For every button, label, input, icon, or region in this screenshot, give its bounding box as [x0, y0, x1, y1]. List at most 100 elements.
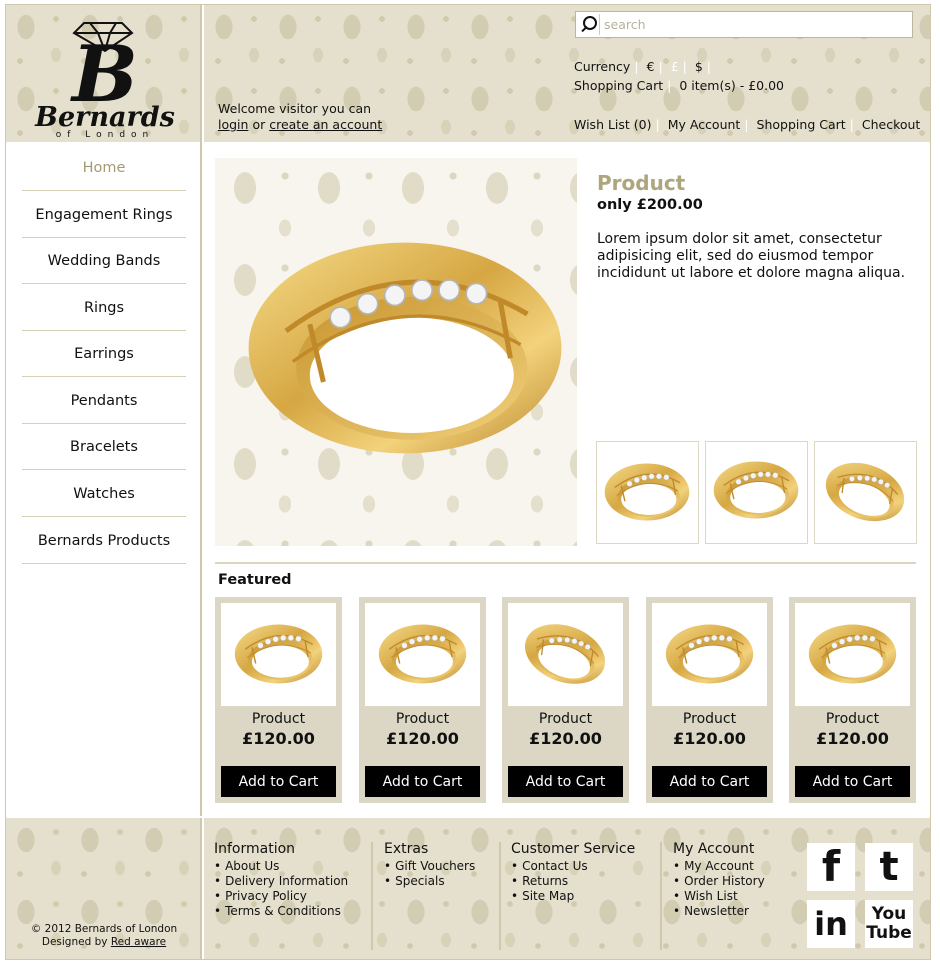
product-card-image[interactable]: [795, 603, 910, 706]
welcome-text: Welcome visitor you can: [218, 101, 372, 116]
footer-divider: [499, 842, 501, 950]
product-card-name[interactable]: Product: [789, 711, 916, 727]
footer-column-extras: Extras Gift Vouchers Specials: [384, 841, 475, 889]
cart-label[interactable]: Shopping Cart: [574, 78, 663, 93]
currency-euro[interactable]: €: [647, 59, 655, 74]
footer-column-information: Information About Us Delivery Informatio…: [214, 841, 348, 919]
welcome-message: Welcome visitor you can login or create …: [218, 101, 382, 133]
product-card-name[interactable]: Product: [646, 711, 773, 727]
sidebar-item-wedding-bands[interactable]: Wedding Bands: [22, 238, 186, 284]
footer-link-terms[interactable]: Terms & Conditions: [214, 904, 348, 919]
header-bar: Welcome visitor you can login or create …: [204, 5, 930, 142]
create-account-link[interactable]: create an account: [269, 117, 382, 132]
footer-link-privacy-policy[interactable]: Privacy Policy: [214, 889, 348, 904]
copyright-text: © 2012 Bernards of London: [30, 923, 178, 935]
search-box[interactable]: [575, 11, 913, 38]
footer-link-my-account[interactable]: My Account: [673, 859, 765, 874]
footer-link-returns[interactable]: Returns: [511, 874, 635, 889]
sidebar-item-watches[interactable]: Watches: [22, 471, 186, 517]
checkout-link[interactable]: Checkout: [862, 117, 920, 132]
logo-area[interactable]: B Bernards of London: [6, 5, 202, 142]
product-card-name[interactable]: Product: [359, 711, 486, 727]
product-card-name[interactable]: Product: [502, 711, 629, 727]
sidebar-nav: Home Engagement Rings Wedding Bands Ring…: [6, 142, 202, 816]
header-links: Wish List (0) | My Account | Shopping Cart…: [574, 117, 921, 132]
add-to-cart-button[interactable]: Add to Cart: [508, 766, 623, 797]
ring-image: [808, 623, 897, 685]
facebook-icon[interactable]: f: [807, 843, 855, 891]
search-icon[interactable]: [578, 14, 600, 35]
product-thumbnail[interactable]: [705, 441, 808, 544]
linkedin-icon[interactable]: in: [807, 900, 855, 948]
footer-link-site-map[interactable]: Site Map: [511, 889, 635, 904]
footer-link-gift-vouchers[interactable]: Gift Vouchers: [384, 859, 475, 874]
footer-column-title: My Account: [673, 841, 755, 857]
product-card-price: £120.00: [242, 729, 315, 748]
youtube-icon[interactable]: You Tube: [865, 900, 913, 948]
product-card: Product £120.00 Add to Cart: [502, 597, 629, 803]
footer-credits: © 2012 Bernards of London Designed by Re…: [6, 818, 202, 959]
product-title: Product: [597, 171, 686, 195]
footer-link-wish-list[interactable]: Wish List: [673, 889, 765, 904]
cart-total: 0 item(s) - £0.00: [679, 78, 784, 93]
sidebar-item-home[interactable]: Home: [22, 145, 186, 191]
product-thumbnail[interactable]: [814, 441, 917, 544]
footer-divider: [371, 842, 373, 950]
add-to-cart-button[interactable]: Add to Cart: [221, 766, 336, 797]
product-card: Product £120.00 Add to Cart: [359, 597, 486, 803]
footer-link-order-history[interactable]: Order History: [673, 874, 765, 889]
product-card-image[interactable]: [652, 603, 767, 706]
youtube-glyph-top: You: [871, 904, 907, 924]
product-main-image[interactable]: [215, 158, 577, 546]
product-price: only £200.00: [597, 197, 703, 213]
product-card-image[interactable]: [365, 603, 480, 706]
product-card-name[interactable]: Product: [215, 711, 342, 727]
footer-link-about-us[interactable]: About Us: [214, 859, 348, 874]
sidebar-item-pendants[interactable]: Pendants: [22, 378, 186, 424]
search-input[interactable]: [604, 15, 904, 34]
or-text: or: [252, 117, 266, 132]
currency-dollar[interactable]: $: [695, 59, 703, 74]
currency-pound[interactable]: £: [671, 59, 679, 74]
logo-brand-name: Bernards: [34, 102, 175, 133]
my-account-link[interactable]: My Account: [668, 117, 741, 132]
twitter-icon[interactable]: t: [865, 843, 913, 891]
footer-link-specials[interactable]: Specials: [384, 874, 475, 889]
currency-selector: Currency | € | £ | $ |: [574, 59, 712, 74]
ring-image: [712, 460, 800, 520]
shopping-cart-link[interactable]: Shopping Cart: [757, 117, 846, 132]
sidebar-item-rings[interactable]: Rings: [22, 285, 186, 331]
footer-column-my-account: My Account My Account Order History Wish…: [673, 841, 765, 919]
section-divider: [215, 562, 916, 564]
footer-column-title: Customer Service: [511, 841, 636, 857]
designed-by-text: Designed by: [41, 936, 108, 948]
footer-link-delivery-information[interactable]: Delivery Information: [214, 874, 348, 889]
product-card-image[interactable]: [221, 603, 336, 706]
login-link[interactable]: login: [218, 117, 248, 132]
designer-link[interactable]: Red aware: [111, 936, 166, 948]
add-to-cart-button[interactable]: Add to Cart: [365, 766, 480, 797]
footer-column-customer-service: Customer Service Contact Us Returns Site…: [511, 841, 635, 904]
credit-text: © 2012 Bernards of London Designed by Re…: [6, 923, 202, 949]
ring-image: [816, 451, 914, 533]
sidebar-item-bracelets[interactable]: Bracelets: [22, 424, 186, 470]
cart-summary[interactable]: Shopping Cart | 0 item(s) - £0.00: [574, 78, 784, 93]
footer-link-contact-us[interactable]: Contact Us: [511, 859, 635, 874]
wishlist-link[interactable]: Wish List (0): [574, 117, 652, 132]
product-card-price: £120.00: [816, 729, 889, 748]
sidebar-item-bernards-products[interactable]: Bernards Products: [22, 518, 186, 564]
brand-logo[interactable]: B Bernards of London: [20, 11, 190, 139]
sidebar-item-engagement-rings[interactable]: Engagement Rings: [22, 192, 186, 238]
ring-image: [515, 612, 615, 696]
add-to-cart-button[interactable]: Add to Cart: [795, 766, 910, 797]
add-to-cart-button[interactable]: Add to Cart: [652, 766, 767, 797]
youtube-glyph-bottom: Tube: [866, 923, 912, 943]
ring-image: [603, 462, 691, 522]
product-description: Lorem ipsum dolor sit amet, consectetur …: [597, 231, 906, 281]
sidebar-item-earrings[interactable]: Earrings: [22, 331, 186, 377]
footer-link-newsletter[interactable]: Newsletter: [673, 904, 765, 919]
logo-tagline: of London: [56, 130, 155, 139]
product-thumbnail[interactable]: [596, 441, 699, 544]
product-card: Product £120.00 Add to Cart: [215, 597, 342, 803]
product-card-image[interactable]: [508, 603, 623, 706]
